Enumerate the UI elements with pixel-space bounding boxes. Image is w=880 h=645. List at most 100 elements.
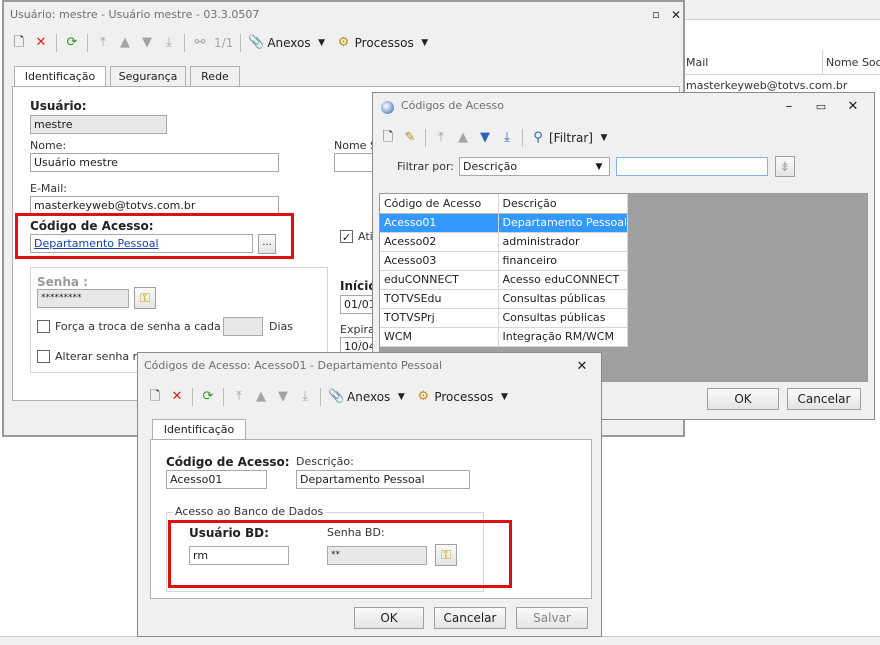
cell-codigo: eduCONNECT <box>380 270 499 290</box>
codigos-table: Código de Acesso Descrição Acesso01 Depar… <box>380 194 629 347</box>
table-row[interactable]: Acesso01 Departamento Pessoal <box>380 213 629 233</box>
edit-button[interactable]: ✎ <box>399 127 421 149</box>
anexos-label: Anexos <box>347 390 391 404</box>
next-record-button[interactable]: ▼ <box>474 127 496 149</box>
anexos-button[interactable]: 📎 Anexos ▼ <box>325 386 412 408</box>
senha-field[interactable]: ********* <box>37 289 129 308</box>
previous-record-button[interactable]: ▲ <box>114 32 136 54</box>
forca-troca-label: Força a troca de senha a cada <box>55 320 221 333</box>
previous-record-button[interactable]: ▲ <box>452 127 474 149</box>
delete-button[interactable]: ✕ <box>166 386 188 408</box>
detail-window: Códigos de Acesso: Acesso01 - Departamen… <box>137 352 602 637</box>
table-row[interactable]: Acesso03 financeiro <box>380 251 629 271</box>
first-icon: ⤒ <box>438 130 444 145</box>
codigos-toolbar: 🗋 ✎ ⤒ ▲ ▼ ⤓ ⚲ [Filtrar] ▼ <box>377 125 615 151</box>
tab-identificacao[interactable]: Identificação <box>14 66 106 87</box>
column-header-codigo[interactable]: Código de Acesso <box>380 194 499 214</box>
first-record-button[interactable]: ⤒ <box>228 386 250 408</box>
table-row[interactable]: WCM Integração RM/WCM <box>380 327 629 347</box>
refresh-button[interactable]: ⟳ <box>61 32 83 54</box>
new-document-icon: 🗋 <box>382 130 394 145</box>
cell-codigo: WCM <box>380 327 499 347</box>
first-record-button[interactable]: ⤒ <box>92 32 114 54</box>
new-button[interactable]: 🗋 <box>144 386 166 408</box>
filtrar-por-label: Filtrar por: <box>397 160 454 173</box>
new-button[interactable]: 🗋 <box>377 127 399 149</box>
table-row[interactable]: TOTVSPrj Consultas públicas <box>380 308 629 328</box>
filter-text-input[interactable] <box>616 157 768 176</box>
previous-record-button[interactable]: ▲ <box>250 386 272 408</box>
find-button[interactable]: ⚯ <box>189 32 211 54</box>
usuario-label: Usuário: <box>30 99 87 113</box>
cell-codigo: Acesso01 <box>380 213 499 233</box>
dias-label: Dias <box>269 320 293 333</box>
tab-rede[interactable]: Rede <box>190 66 240 87</box>
last-record-button[interactable]: ⤓ <box>294 386 316 408</box>
edit-icon: ✎ <box>404 130 416 145</box>
alterar-senha-checkbox[interactable] <box>37 350 50 363</box>
delete-icon: ✕ <box>171 389 183 404</box>
column-header-nome-social[interactable]: Nome Social <box>826 56 880 69</box>
apply-filter-button[interactable]: ⇟ <box>775 156 795 177</box>
detail-toolbar: 🗋 ✕ ⟳ ⤒ ▲ ▼ ⤓ 📎 Anexos ▼ ⚙ Processos ▼ <box>144 384 515 410</box>
close-icon[interactable]: ✕ <box>668 7 684 23</box>
last-record-button[interactable]: ⤓ <box>496 127 518 149</box>
last-record-button[interactable]: ⤓ <box>158 32 180 54</box>
minimize-icon[interactable]: – <box>781 99 797 115</box>
restore-icon[interactable]: ▭ <box>813 99 829 115</box>
filtrar-button[interactable]: ⚲ [Filtrar] ▼ <box>527 127 615 149</box>
next-record-button[interactable]: ▼ <box>272 386 294 408</box>
forca-troca-checkbox[interactable] <box>37 320 50 333</box>
close-icon[interactable]: ✕ <box>845 99 861 115</box>
table-row[interactable]: Acesso02 administrador <box>380 232 629 252</box>
tab-identificacao[interactable]: Identificação <box>152 419 246 440</box>
cancel-button[interactable]: Cancelar <box>787 388 861 410</box>
chevron-down-icon: ▼ <box>421 38 429 48</box>
cell-descricao: financeiro <box>498 251 629 271</box>
filtrar-por-value: Descrição <box>463 160 518 173</box>
cell-codigo: Acesso03 <box>380 251 499 271</box>
key-button[interactable]: ⚿ <box>134 287 156 309</box>
ok-button[interactable]: OK <box>707 388 779 410</box>
chevron-down-icon: ▼ <box>595 162 603 172</box>
chevron-down-icon: ▼ <box>397 392 405 402</box>
gears-icon: ⚙ <box>337 35 350 50</box>
descricao-field[interactable]: Departamento Pessoal <box>296 470 470 489</box>
cancel-button[interactable]: Cancelar <box>434 607 506 629</box>
column-header-mail[interactable]: Mail <box>686 56 708 69</box>
table-row[interactable]: TOTVSEdu Consultas públicas <box>380 289 629 309</box>
new-button[interactable]: 🗋 <box>8 32 30 54</box>
column-header-descricao[interactable]: Descrição <box>498 194 629 214</box>
processos-button[interactable]: ⚙ Processos ▼ <box>412 386 515 408</box>
background-row-email[interactable]: masterkeyweb@totvs.com.br <box>686 79 847 92</box>
tab-seguranca[interactable]: Segurança <box>110 66 186 87</box>
first-icon: ⤒ <box>100 35 106 50</box>
first-record-button[interactable]: ⤒ <box>430 127 452 149</box>
table-row[interactable]: eduCONNECT Acesso eduCONNECT <box>380 270 629 290</box>
codigo-acesso-field[interactable]: Acesso01 <box>166 470 267 489</box>
processos-label: Processos <box>354 36 414 50</box>
close-icon[interactable]: ✕ <box>574 359 590 375</box>
user-toolbar: 🗋 ✕ ⟳ ⤒ ▲ ▼ ⤓ ⚯ 1/1 📎 Anexos ▼ ⚙ Processos ▼ <box>8 30 436 56</box>
next-record-button[interactable]: ▼ <box>136 32 158 54</box>
ok-button[interactable]: OK <box>354 607 424 629</box>
banco-dados-group-label: Acesso ao Banco de Dados <box>173 505 326 518</box>
delete-button[interactable]: ✕ <box>30 32 52 54</box>
bottom-strip <box>0 636 880 645</box>
ativo-checkbox[interactable]: ✓ <box>340 230 353 243</box>
cell-descricao: Acesso eduCONNECT <box>498 270 629 290</box>
save-button[interactable]: Salvar <box>516 607 588 629</box>
nome-field[interactable]: Usuário mestre <box>30 153 279 172</box>
filtrar-label: [Filtrar] <box>549 131 593 145</box>
processos-button[interactable]: ⚙ Processos ▼ <box>333 32 436 54</box>
anexos-label: Anexos <box>267 36 311 50</box>
usuario-field[interactable]: mestre <box>30 115 167 134</box>
chevron-down-icon: ▼ <box>318 38 326 48</box>
maximize-icon[interactable]: ▫ <box>648 7 664 23</box>
filtrar-por-select[interactable]: Descrição ▼ <box>459 157 610 176</box>
cell-codigo: TOTVSEdu <box>380 289 499 309</box>
anexos-button[interactable]: 📎 Anexos ▼ <box>245 32 332 54</box>
table-header-row: Código de Acesso Descrição <box>380 194 629 214</box>
dias-field[interactable] <box>223 317 263 336</box>
refresh-button[interactable]: ⟳ <box>197 386 219 408</box>
